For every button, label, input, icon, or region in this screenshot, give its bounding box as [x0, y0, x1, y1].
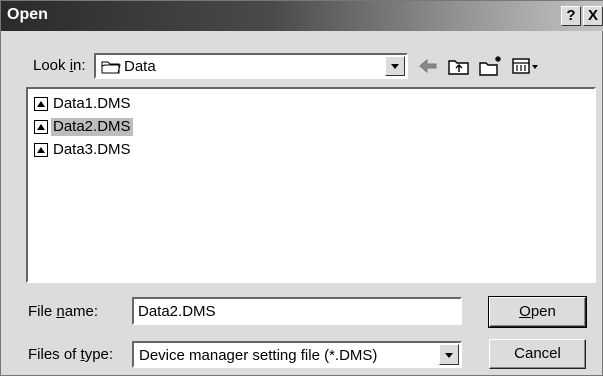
- file-type-select[interactable]: Device manager setting file (*.DMS): [132, 341, 462, 368]
- view-menu-icon[interactable]: [511, 54, 541, 78]
- up-one-level-icon[interactable]: [447, 54, 471, 78]
- file-icon: [34, 120, 48, 134]
- look-in-value: Data: [124, 58, 156, 75]
- file-name: Data1.DMS: [53, 95, 131, 112]
- file-type-value: Device manager setting file (*.DMS): [139, 347, 378, 364]
- dialog-title: Open: [7, 6, 48, 23]
- file-name: Data3.DMS: [53, 141, 131, 158]
- list-item[interactable]: Data1.DMS: [34, 95, 133, 113]
- close-button[interactable]: X: [583, 6, 603, 26]
- file-icon: [34, 97, 48, 111]
- file-list[interactable]: Data1.DMS Data2.DMS Data3.DMS: [26, 87, 596, 283]
- look-in-select[interactable]: Data: [94, 53, 408, 79]
- file-type-label: Files of type:: [28, 346, 114, 363]
- file-name: Data2.DMS: [51, 118, 133, 136]
- file-name-input[interactable]: Data2.DMS: [132, 297, 462, 325]
- open-button[interactable]: Open: [488, 296, 587, 328]
- look-in-label: Look in:: [33, 57, 86, 74]
- back-arrow-icon[interactable]: [416, 54, 440, 78]
- title-bar[interactable]: Open ? X: [1, 1, 603, 31]
- help-button[interactable]: ?: [561, 6, 581, 26]
- file-type-dropdown-button[interactable]: [439, 344, 459, 365]
- look-in-dropdown-button[interactable]: [385, 56, 405, 76]
- list-item[interactable]: Data2.DMS: [34, 118, 133, 136]
- folder-icon: [101, 61, 121, 74]
- cancel-button[interactable]: Cancel: [489, 339, 586, 369]
- chevron-down-icon: [445, 353, 453, 358]
- file-icon: [34, 143, 48, 157]
- open-dialog: Open ? X Look in: Data Data1.DMS Data2.D…: [0, 0, 603, 376]
- create-new-folder-icon[interactable]: [478, 54, 504, 78]
- file-name-value: Data2.DMS: [138, 303, 216, 320]
- chevron-down-icon: [391, 64, 399, 69]
- file-name-label: File name:: [28, 303, 99, 320]
- list-item[interactable]: Data3.DMS: [34, 141, 133, 159]
